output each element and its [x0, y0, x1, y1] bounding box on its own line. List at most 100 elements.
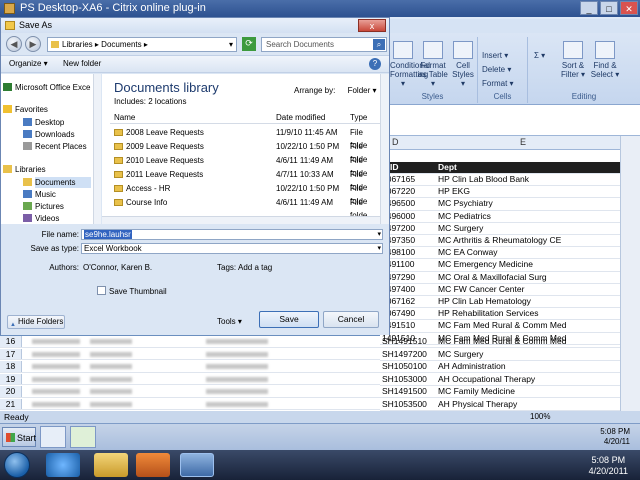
row-number[interactable]: 16 — [0, 336, 22, 347]
row-number[interactable]: 21 — [0, 398, 22, 409]
table-row[interactable]: SH1053000 AH Occupational Therapy — [380, 374, 620, 386]
formula-bar[interactable] — [388, 105, 640, 136]
table-row[interactable]: 1497350 MC Arthritis & Rheumatology CE — [380, 235, 620, 248]
zoom-level[interactable]: 100% — [530, 411, 550, 423]
organize-button[interactable]: Organize ▾ — [9, 56, 48, 72]
table-row[interactable]: 17 — [0, 348, 380, 360]
nav-pane-scrollbar[interactable] — [93, 74, 101, 224]
refresh-button[interactable]: ⟳ — [242, 37, 256, 51]
ie-taskbar-icon[interactable] — [40, 426, 66, 448]
excel-taskbar-icon[interactable] — [70, 426, 96, 448]
nav-downloads[interactable]: Downloads — [23, 129, 75, 140]
media-player-icon[interactable] — [136, 453, 170, 477]
search-icon[interactable]: ⌕ — [373, 39, 385, 50]
file-row[interactable]: 2010 Leave Requests 4/6/11 11:49 AM File f… — [110, 154, 380, 178]
table-row[interactable]: 2067220 HP EKG — [380, 186, 620, 199]
tags-input[interactable]: Add a tag — [238, 263, 272, 272]
file-list-scrollbar[interactable] — [380, 74, 389, 224]
table-row[interactable]: 2067162 HP Clin Lab Hematology — [380, 296, 620, 309]
table-row[interactable]: 20 — [0, 386, 380, 398]
address-dropdown-icon[interactable]: ▾ — [229, 38, 233, 51]
delete-button[interactable]: Delete ▾ — [482, 65, 511, 74]
minimize-button[interactable]: _ — [580, 1, 598, 15]
file-name-input[interactable]: se9he.lauhsr ▾ — [81, 229, 383, 240]
arrange-by-dropdown[interactable]: Folder ▾ — [348, 86, 377, 95]
nav-desktop[interactable]: Desktop — [23, 117, 64, 128]
back-button[interactable]: ◀ — [6, 36, 22, 52]
column-type[interactable]: Type — [350, 113, 367, 122]
file-row[interactable]: Course Info4/6/11 11:49 AMFile folde — [110, 196, 380, 220]
system-clock[interactable]: 5:08 PM 4/20/2011 — [589, 455, 628, 477]
citrix-session-icon[interactable] — [180, 453, 214, 477]
address-bar[interactable]: Libraries ▸ Documents ▸ ▾ — [47, 37, 237, 52]
lower-sheet-rows[interactable]: 16 17 18 19 20 21 — [0, 336, 380, 412]
help-icon[interactable]: ? — [369, 58, 381, 70]
format-as-table-button[interactable]: Format as Table ▾ — [418, 41, 448, 88]
table-row[interactable]: 18 — [0, 361, 380, 373]
save-thumbnail-checkbox[interactable] — [97, 286, 106, 295]
breadcrumb-documents[interactable]: Documents — [101, 40, 141, 49]
cancel-button[interactable]: Cancel — [323, 311, 379, 328]
start-button[interactable]: Start — [2, 427, 36, 447]
table-row[interactable]: 21 — [0, 398, 380, 410]
table-row[interactable]: SH1491510 MC Fam Med Rural & Comm Med — [380, 336, 620, 349]
authors-value[interactable]: O'Connor, Karen B. — [83, 263, 152, 272]
table-row[interactable]: SH1491500 MC Family Medicine — [380, 386, 620, 399]
nav-excel-folder[interactable]: Microsoft Office Exce — [3, 82, 90, 93]
nav-recent-places[interactable]: Recent Places — [23, 141, 87, 152]
nav-libraries[interactable]: Libraries — [3, 164, 46, 175]
file-row[interactable]: 2011 Leave Requests 4/7/11 10:33 AM File f… — [110, 168, 380, 192]
column-name[interactable]: Name — [114, 113, 135, 122]
table-row[interactable]: 19 — [0, 373, 380, 385]
vertical-scrollbar[interactable] — [620, 136, 640, 412]
row-number[interactable]: 17 — [0, 348, 22, 359]
autosum-icon[interactable]: Σ ▾ — [534, 51, 545, 60]
forward-button[interactable]: ▶ — [25, 36, 41, 52]
table-row[interactable]: SH1050100 AH Administration — [380, 361, 620, 374]
sort-filter-button[interactable]: Sort & Filter ▾ — [558, 41, 588, 79]
table-row[interactable]: 1497400 MC FW Cancer Center — [380, 284, 620, 296]
horizontal-scrollbar[interactable] — [102, 216, 380, 224]
table-row[interactable]: 1496000 MC Pediatrics — [380, 211, 620, 223]
tools-button[interactable]: Tools ▾ — [217, 317, 242, 326]
cell-styles-button[interactable]: Cell Styles ▾ — [450, 41, 476, 88]
dialog-close-button[interactable]: x — [358, 19, 386, 32]
windows-start-orb[interactable] — [4, 452, 30, 478]
nav-videos[interactable]: Videos — [23, 213, 59, 224]
new-folder-button[interactable]: New folder — [63, 56, 101, 72]
save-type-select[interactable]: Excel Workbook ▾ — [81, 243, 383, 254]
close-window-button[interactable]: ✕ — [620, 1, 638, 15]
nav-music[interactable]: Music — [23, 189, 56, 200]
column-date-modified[interactable]: Date modified — [276, 113, 325, 122]
nav-favorites[interactable]: Favorites — [3, 104, 48, 115]
nav-documents[interactable]: Documents — [23, 177, 91, 188]
table-row[interactable]: 1491100 MC Emergency Medicine — [380, 259, 620, 272]
nav-pictures[interactable]: Pictures — [23, 201, 64, 212]
file-row[interactable]: 2008 Leave Requests 11/9/10 11:45 AM File … — [110, 126, 380, 150]
file-row[interactable]: Access - HR 10/22/10 1:50 PM File folde — [110, 182, 380, 206]
table-row[interactable]: SH1497200 MC Surgery — [380, 349, 620, 361]
row-number[interactable]: 18 — [0, 361, 22, 372]
table-row[interactable]: 1497200 MC Surgery — [380, 223, 620, 235]
table-row[interactable]: SH1053500 AH Physical Therapy — [380, 399, 620, 411]
hide-folders-button[interactable]: ▲ Hide Folders — [7, 315, 65, 329]
sheet-grid[interactable]: ptID Dept 2067165 HP Clin Lab Blood Bank 2… — [380, 150, 620, 412]
format-button[interactable]: Format ▾ — [482, 79, 514, 88]
table-row[interactable]: 1496500 MC Psychiatry — [380, 198, 620, 211]
table-row[interactable]: 2067490 HP Rehabilitation Services — [380, 308, 620, 321]
search-input[interactable]: Search Documents ⌕ — [261, 37, 387, 52]
breadcrumb-libraries[interactable]: Libraries — [62, 40, 93, 49]
insert-button[interactable]: Insert ▾ — [482, 51, 508, 60]
row-number[interactable]: 19 — [0, 373, 22, 384]
file-row[interactable]: 2009 Leave Requests 10/22/10 1:50 PM File … — [110, 140, 380, 164]
save-button[interactable]: Save — [259, 311, 319, 328]
row-number[interactable]: 20 — [0, 386, 22, 397]
header-row[interactable]: ptID Dept — [380, 162, 620, 175]
explorer-folder-icon[interactable] — [94, 453, 128, 477]
find-select-button[interactable]: Find & Select ▾ — [590, 41, 620, 79]
table-row[interactable]: 1498100 MC EA Conway — [380, 247, 620, 260]
table-row[interactable]: 2067165 HP Clin Lab Blood Bank — [380, 174, 620, 187]
column-d-header[interactable]: D — [392, 137, 399, 147]
library-includes[interactable]: Includes: 2 locations — [114, 97, 187, 106]
table-row[interactable]: 16 — [0, 336, 380, 348]
